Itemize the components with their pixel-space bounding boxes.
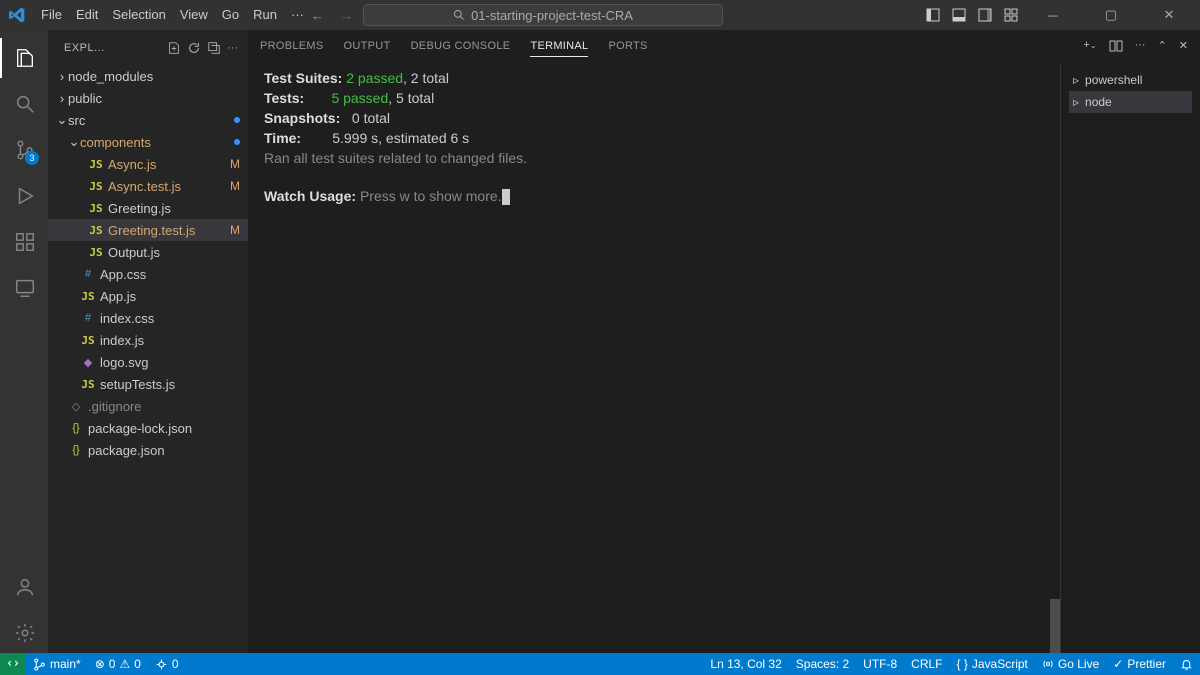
menu-run[interactable]: Run xyxy=(246,0,284,30)
explorer-icon[interactable] xyxy=(0,38,48,78)
status-encoding[interactable]: UTF-8 xyxy=(856,653,904,675)
folder-node-modules[interactable]: ›node_modules xyxy=(48,65,248,87)
activity-bar: 3 xyxy=(0,30,48,653)
refresh-icon[interactable] xyxy=(187,41,201,55)
editor-area: PROBLEMS OUTPUT DEBUG CONSOLE TERMINAL P… xyxy=(248,30,1200,653)
menu-view[interactable]: View xyxy=(173,0,215,30)
layout-panel-icon[interactable] xyxy=(952,8,966,22)
maximize-panel-icon[interactable]: ⌃ xyxy=(1158,39,1167,53)
file-logo-svg[interactable]: ◆logo.svg xyxy=(48,351,248,373)
status-branch[interactable]: main* xyxy=(26,653,88,675)
tab-terminal[interactable]: TERMINAL xyxy=(530,36,588,57)
remote-explorer-icon[interactable] xyxy=(0,268,48,308)
status-spaces[interactable]: Spaces: 2 xyxy=(789,653,856,675)
file-tree: ›node_modules ›public ⌄src ⌄components J… xyxy=(48,65,248,653)
new-terminal-icon[interactable]: +⌄ xyxy=(1083,39,1096,53)
folder-src[interactable]: ⌄src xyxy=(48,109,248,131)
status-ports[interactable]: 0 xyxy=(148,653,186,675)
file-index-js[interactable]: JSindex.js xyxy=(48,329,248,351)
menu-more[interactable]: ··· xyxy=(284,0,311,30)
terminal-node[interactable]: ▹node xyxy=(1069,91,1192,113)
file-async-js[interactable]: JSAsync.jsM xyxy=(48,153,248,175)
settings-icon[interactable] xyxy=(0,613,48,653)
scm-badge: 3 xyxy=(25,151,39,165)
tab-output[interactable]: OUTPUT xyxy=(344,36,391,56)
file-setuptests-js[interactable]: JSsetupTests.js xyxy=(48,373,248,395)
main-menu: File Edit Selection View Go Run ··· xyxy=(34,0,311,30)
run-debug-icon[interactable] xyxy=(0,176,48,216)
file-package-lock[interactable]: {}package-lock.json xyxy=(48,417,248,439)
file-app-css[interactable]: #App.css xyxy=(48,263,248,285)
customize-layout-icon[interactable] xyxy=(1004,8,1018,22)
more-actions-icon[interactable]: ··· xyxy=(1135,39,1146,53)
nav-back-icon[interactable]: ← xyxy=(311,8,324,23)
more-icon[interactable]: ··· xyxy=(227,42,238,54)
titlebar: File Edit Selection View Go Run ··· ← → … xyxy=(0,0,1200,30)
vscode-logo-icon xyxy=(0,7,34,23)
file-package-json[interactable]: {}package.json xyxy=(48,439,248,461)
menu-go[interactable]: Go xyxy=(215,0,246,30)
file-async-test-js[interactable]: JSAsync.test.jsM xyxy=(48,175,248,197)
status-language[interactable]: { }JavaScript xyxy=(950,653,1035,675)
status-golive[interactable]: Go Live xyxy=(1035,653,1106,675)
search-icon[interactable] xyxy=(0,84,48,124)
source-control-icon[interactable]: 3 xyxy=(0,130,48,170)
window-minimize-icon[interactable]: ─ xyxy=(1030,0,1076,30)
split-terminal-icon[interactable] xyxy=(1109,39,1123,53)
tab-ports[interactable]: PORTS xyxy=(608,36,647,56)
remote-indicator[interactable] xyxy=(0,653,26,675)
panel-tabs: PROBLEMS OUTPUT DEBUG CONSOLE TERMINAL P… xyxy=(248,30,1200,63)
menu-file[interactable]: File xyxy=(34,0,69,30)
tab-problems[interactable]: PROBLEMS xyxy=(260,36,324,56)
window-close-icon[interactable]: ✕ xyxy=(1146,0,1192,30)
file-output-js[interactable]: JSOutput.js xyxy=(48,241,248,263)
terminal-powershell[interactable]: ▹powershell xyxy=(1069,69,1192,91)
window-maximize-icon[interactable]: ▢ xyxy=(1088,0,1134,30)
new-file-icon[interactable] xyxy=(167,41,181,55)
extensions-icon[interactable] xyxy=(0,222,48,262)
status-problems[interactable]: ⊗0⚠0 xyxy=(88,653,148,675)
status-bell-icon[interactable] xyxy=(1173,653,1200,675)
folder-components[interactable]: ⌄components xyxy=(48,131,248,153)
tab-debug-console[interactable]: DEBUG CONSOLE xyxy=(411,36,511,56)
status-eol[interactable]: CRLF xyxy=(904,653,949,675)
terminal-icon: ▹ xyxy=(1073,73,1079,87)
nav-forward-icon[interactable]: → xyxy=(340,8,353,23)
file-index-css[interactable]: #index.css xyxy=(48,307,248,329)
layout-sidebar-right-icon[interactable] xyxy=(978,8,992,22)
terminal-cursor xyxy=(502,189,510,205)
layout-sidebar-left-icon[interactable] xyxy=(926,8,940,22)
command-center-text: 01-starting-project-test-CRA xyxy=(471,8,633,23)
sidebar-title: EXPL... xyxy=(64,42,161,54)
folder-public[interactable]: ›public xyxy=(48,87,248,109)
search-icon xyxy=(453,9,465,21)
close-panel-icon[interactable]: ✕ xyxy=(1179,39,1188,53)
menu-selection[interactable]: Selection xyxy=(105,0,172,30)
file-greeting-test-js[interactable]: JSGreeting.test.jsM xyxy=(48,219,248,241)
status-prettier[interactable]: ✓Prettier xyxy=(1106,653,1173,675)
command-center[interactable]: 01-starting-project-test-CRA xyxy=(363,4,723,26)
status-cursor[interactable]: Ln 13, Col 32 xyxy=(703,653,788,675)
file-app-js[interactable]: JSApp.js xyxy=(48,285,248,307)
accounts-icon[interactable] xyxy=(0,567,48,607)
menu-edit[interactable]: Edit xyxy=(69,0,105,30)
terminal-list: ▹powershell ▹node xyxy=(1060,63,1200,653)
file-gitignore[interactable]: ◇.gitignore xyxy=(48,395,248,417)
terminal-output[interactable]: Test Suites: 2 passed, 2 total Tests: 5 … xyxy=(248,63,1050,653)
collapse-icon[interactable] xyxy=(207,41,221,55)
terminal-icon: ▹ xyxy=(1073,95,1079,109)
explorer-sidebar: EXPL... ··· ›node_modules ›public ⌄src ⌄… xyxy=(48,30,248,653)
terminal-scrollbar[interactable] xyxy=(1050,63,1060,653)
file-greeting-js[interactable]: JSGreeting.js xyxy=(48,197,248,219)
status-bar: main* ⊗0⚠0 0 Ln 13, Col 32 Spaces: 2 UTF… xyxy=(0,653,1200,675)
